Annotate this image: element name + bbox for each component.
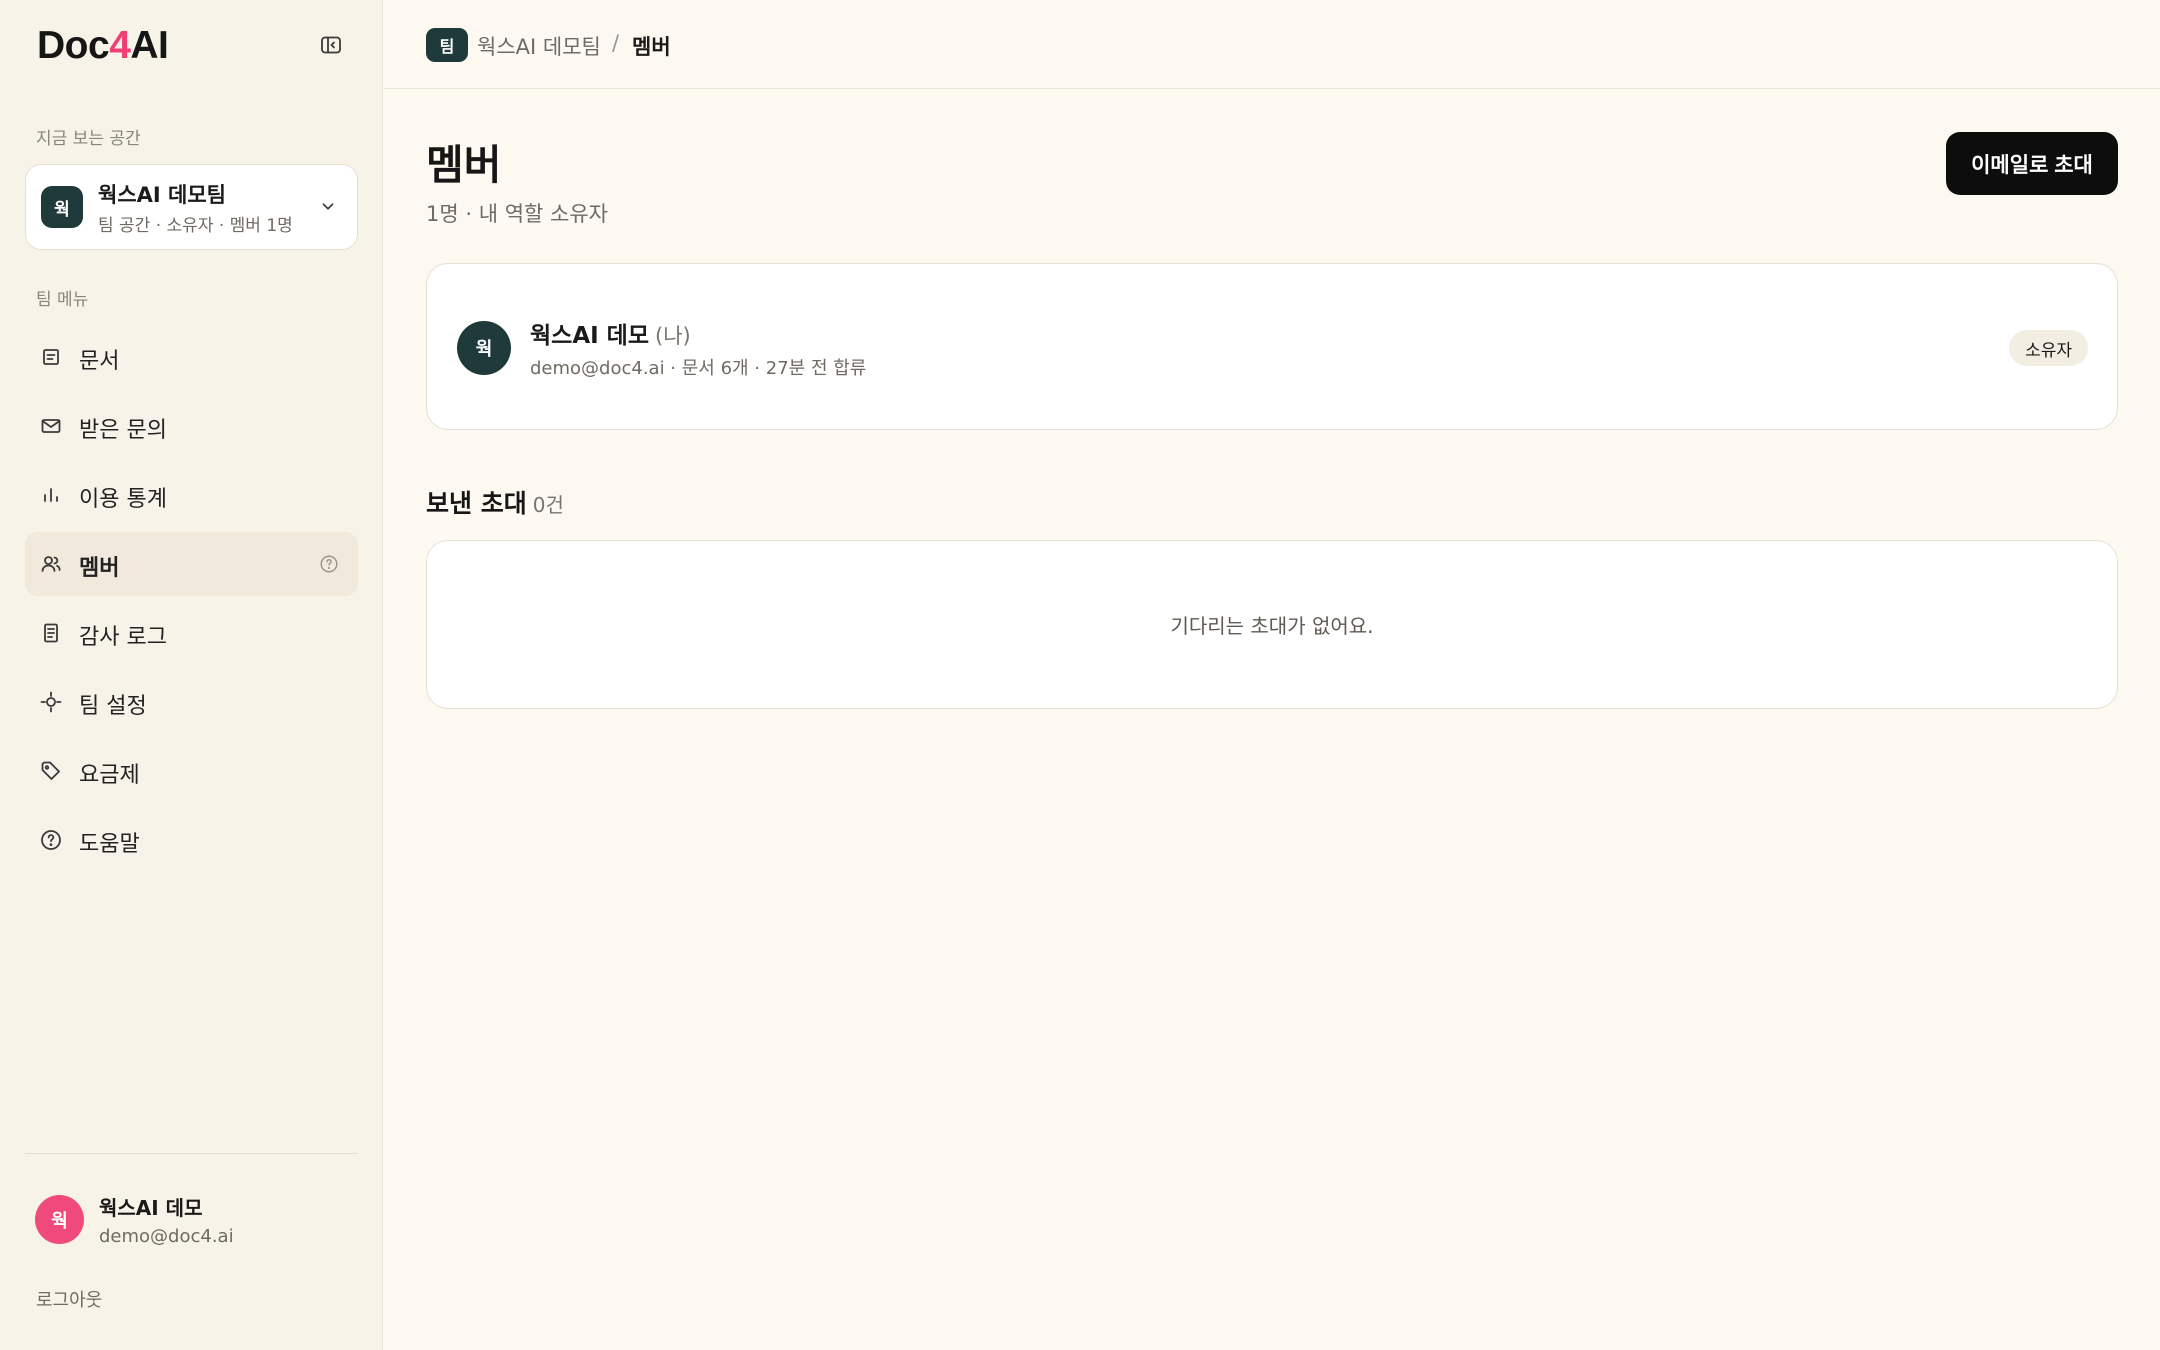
workspace-avatar: 웍 — [41, 186, 83, 228]
sidebar-divider — [25, 1153, 358, 1154]
page-title: 멤버 — [426, 141, 502, 189]
sidebar-collapse-button[interactable] — [316, 30, 346, 60]
topbar: 팀 웍스AI 데모팀 / 멤버 — [384, 0, 2160, 89]
sidebar-item-label: 팀 설정 — [79, 694, 147, 719]
team-menu-label: 팀 메뉴 — [36, 290, 89, 310]
user-avatar[interactable]: 웍 — [35, 1195, 84, 1244]
workspace-meta: 팀 공간 · 소유자 · 멤버 1명 — [98, 216, 293, 236]
settings-icon — [40, 691, 62, 713]
sidebar-item-label: 문서 — [79, 349, 120, 374]
user-name: 웍스AI 데모 — [99, 1196, 203, 1220]
sidebar-item-help[interactable]: 도움말 — [25, 808, 358, 872]
workspace-switcher[interactable]: 웍 웍스AI 데모팀 팀 공간 · 소유자 · 멤버 1명 — [25, 164, 358, 250]
breadcrumb-team-link[interactable]: 웍스AI 데모팀 — [477, 31, 601, 61]
help-circle-icon[interactable] — [318, 553, 340, 575]
mail-icon — [41, 419, 61, 433]
sidebar-item-team-settings[interactable]: 팀 설정 — [25, 670, 358, 734]
member-avatar: 웍 — [457, 321, 511, 375]
team-badge: 팀 — [426, 28, 468, 62]
member-name: 웍스AI 데모 — [530, 323, 650, 349]
invite-by-email-button[interactable]: 이메일로 초대 — [1946, 132, 2118, 195]
role-badge: 소유자 — [2009, 330, 2088, 366]
sidebar-item-label: 멤버 — [79, 556, 120, 581]
logo[interactable]: Doc4AI — [37, 24, 169, 68]
member-name-line: 웍스AI 데모 (나) — [530, 316, 691, 350]
tag-icon — [41, 761, 60, 780]
workspace-name: 웍스AI 데모팀 — [98, 183, 226, 207]
chevron-down-icon — [322, 203, 334, 210]
help-icon — [41, 830, 61, 850]
sent-invites-empty-state: 기다리는 초대가 없어요. — [426, 540, 2118, 709]
sidebar-collapse-icon — [321, 36, 341, 54]
empty-state-text: 기다리는 초대가 없어요. — [1170, 614, 1374, 638]
member-card: 웍 웍스AI 데모 (나) demo@doc4.ai · 문서 6개 · 27분 … — [426, 263, 2118, 430]
sidebar-item-label: 이용 통계 — [79, 487, 167, 512]
log-icon — [44, 623, 58, 643]
sent-invites-count: 0건 — [532, 493, 564, 517]
user-email: demo@doc4.ai — [99, 1226, 234, 1247]
sidebar: Doc4AI 지금 보는 공간 웍 웍스AI 데모팀 팀 공간 · 소유자 · … — [0, 0, 383, 1350]
sidebar-item-label: 받은 문의 — [79, 418, 167, 443]
sent-invites-title: 보낸 초대 — [426, 489, 527, 518]
sidebar-item-label: 요금제 — [79, 763, 140, 788]
sidebar-item-label: 감사 로그 — [79, 625, 167, 650]
sidebar-item-documents[interactable]: 문서 — [25, 325, 358, 389]
document-icon — [43, 349, 59, 365]
sent-invites-heading: 보낸 초대 0건 — [426, 484, 564, 520]
sidebar-item-label: 도움말 — [79, 832, 140, 857]
sidebar-item-stats[interactable]: 이용 통계 — [25, 463, 358, 527]
sidebar-item-members[interactable]: 멤버 — [25, 532, 358, 596]
sidebar-item-pricing[interactable]: 요금제 — [25, 739, 358, 803]
member-meta: demo@doc4.ai · 문서 6개 · 27분 전 합류 — [530, 358, 867, 379]
sidebar-item-inquiries[interactable]: 받은 문의 — [25, 394, 358, 458]
sidebar-item-audit-log[interactable]: 감사 로그 — [25, 601, 358, 665]
page-subtitle: 1명 · 내 역할 소유자 — [426, 202, 608, 226]
bar-chart-icon — [44, 488, 58, 502]
member-me-tag: (나) — [655, 324, 691, 348]
current-space-label: 지금 보는 공간 — [36, 129, 141, 149]
logout-link[interactable]: 로그아웃 — [36, 1286, 102, 1312]
breadcrumb-current: 멤버 — [632, 35, 671, 59]
users-icon — [41, 556, 61, 572]
breadcrumb-separator: / — [612, 31, 620, 55]
